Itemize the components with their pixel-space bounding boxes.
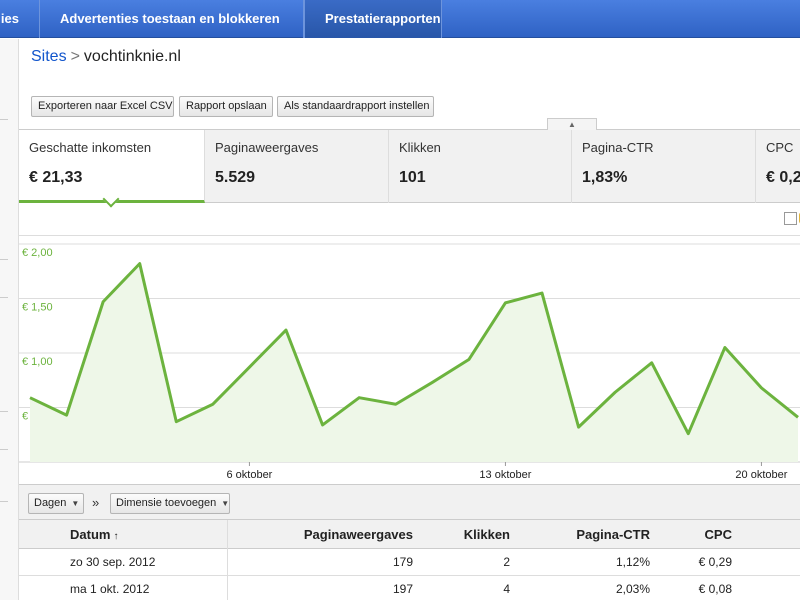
compare-checkbox[interactable] — [784, 212, 797, 225]
left-sidebar-edge — [0, 39, 19, 600]
cell-cpc: € 0,08 — [698, 582, 732, 596]
set-default-report-button[interactable]: Als standaardrapport instellen — [277, 96, 434, 117]
earnings-chart: € 2,00€ 1,50€ 1,00€ 0,506 oktober13 okto… — [19, 236, 800, 484]
nav-tab-allow-block-ads[interactable]: Advertenties toestaan en blokkeren — [40, 0, 304, 38]
double-chevron-icon: » — [92, 495, 100, 510]
nav-tab-sites[interactable]: ies — [0, 0, 40, 38]
x-tick-label: 20 oktober — [735, 469, 787, 481]
period-dropdown-label: Dagen — [34, 497, 67, 509]
chevron-down-icon: ▼ — [221, 499, 230, 508]
breadcrumb-current-site: vochtinknie.nl — [83, 48, 181, 65]
scorecard-label: Paginaweergaves — [215, 140, 319, 155]
scorecard-value: 101 — [399, 169, 426, 186]
cell-date: ma 1 okt. 2012 — [70, 582, 150, 596]
column-header-date[interactable]: Datum ↑ — [70, 520, 230, 548]
metric-scorecards: Geschatte inkomsten € 21,33 Paginaweerga… — [19, 130, 800, 203]
nav-tab-performance-reports[interactable]: Prestatierapporten — [304, 0, 442, 38]
column-header-pageviews[interactable]: Paginaweergaves — [227, 520, 413, 548]
column-header-clicks[interactable]: Klikken — [413, 520, 510, 548]
scorecard-value: 1,83% — [582, 169, 628, 186]
chevron-up-icon: ▲ — [568, 120, 576, 129]
scorecard-page-ctr[interactable]: Pagina-CTR 1,83% — [572, 130, 756, 203]
scorecard-value: € 0,2 — [766, 169, 800, 186]
breadcrumb: Sites > vochtinknie.nl — [31, 48, 181, 66]
table-header-row: Datum ↑ Paginaweergaves Klikken Pagina-CT… — [19, 520, 800, 549]
sidebar-tick — [0, 411, 8, 412]
cell-cpc: € 0,29 — [698, 555, 732, 569]
table-row: ma 1 okt. 2012 197 4 2,03% € 0,08 — [19, 576, 800, 600]
scorecard-label: CPC — [766, 140, 794, 155]
scorecard-clicks[interactable]: Klikken 101 — [389, 130, 572, 203]
save-report-button[interactable]: Rapport opslaan — [179, 96, 273, 117]
scorecard-label: Pagina-CTR — [582, 140, 654, 155]
table-controls: Dagen ▼ » Dimensie toevoegen ▼ — [19, 484, 800, 520]
sidebar-tick — [0, 449, 8, 450]
column-header-page-ctr[interactable]: Pagina-CTR — [510, 520, 650, 548]
sidebar-tick — [0, 501, 8, 502]
scorecard-cpc[interactable]: CPC € 0,2 — [756, 130, 800, 203]
export-csv-button[interactable]: Exporteren naar Excel CSV — [31, 96, 174, 117]
scorecard-label: Geschatte inkomsten — [29, 140, 152, 155]
x-tick-label: 6 oktober — [226, 469, 272, 481]
add-dimension-dropdown[interactable]: Dimensie toevoegen ▼ — [110, 493, 230, 514]
column-header-label: Datum — [70, 527, 111, 542]
cell-pageviews: 179 — [392, 555, 413, 569]
top-navigation: ies Advertenties toestaan en blokkeren P… — [0, 0, 800, 38]
column-separator — [227, 520, 228, 600]
y-tick-label: € 1,50 — [22, 302, 53, 314]
sidebar-tick — [0, 297, 8, 298]
cell-pageviews: 197 — [392, 582, 413, 596]
sidebar-tick — [0, 259, 8, 260]
collapse-toggle[interactable]: ▲ — [547, 118, 597, 130]
chart-svg: € 2,00€ 1,50€ 1,00€ 0,506 oktober13 okto… — [19, 243, 800, 481]
scorecard-label: Klikken — [399, 140, 441, 155]
table-row: zo 30 sep. 2012 179 2 1,12% € 0,29 — [19, 549, 800, 576]
scorecard-value: € 21,33 — [29, 169, 83, 186]
sidebar-tick — [0, 119, 8, 120]
y-tick-label: € 1,00 — [22, 356, 53, 368]
scorecard-value: 5.529 — [215, 169, 256, 186]
cell-page-ctr: 2,03% — [615, 582, 650, 596]
x-tick-label: 13 oktober — [479, 469, 531, 481]
cell-date: zo 30 sep. 2012 — [70, 555, 156, 569]
y-tick-label: € 2,00 — [22, 247, 53, 259]
report-table: Datum ↑ Paginaweergaves Klikken Pagina-CT… — [19, 520, 800, 600]
chevron-down-icon: ▼ — [71, 499, 80, 508]
chart-options-row — [19, 204, 800, 236]
add-dimension-label: Dimensie toevoegen — [116, 497, 217, 509]
column-header-cpc[interactable]: CPC — [650, 520, 732, 548]
breadcrumb-separator: > — [70, 48, 80, 65]
period-dropdown[interactable]: Dagen ▼ — [28, 493, 84, 514]
cell-clicks: 2 — [503, 555, 510, 569]
cell-page-ctr: 1,12% — [615, 555, 650, 569]
cell-clicks: 4 — [503, 582, 510, 596]
scorecard-pageviews[interactable]: Paginaweergaves 5.529 — [205, 130, 389, 203]
sort-ascending-icon: ↑ — [113, 531, 119, 542]
breadcrumb-sites-link[interactable]: Sites — [31, 48, 67, 65]
